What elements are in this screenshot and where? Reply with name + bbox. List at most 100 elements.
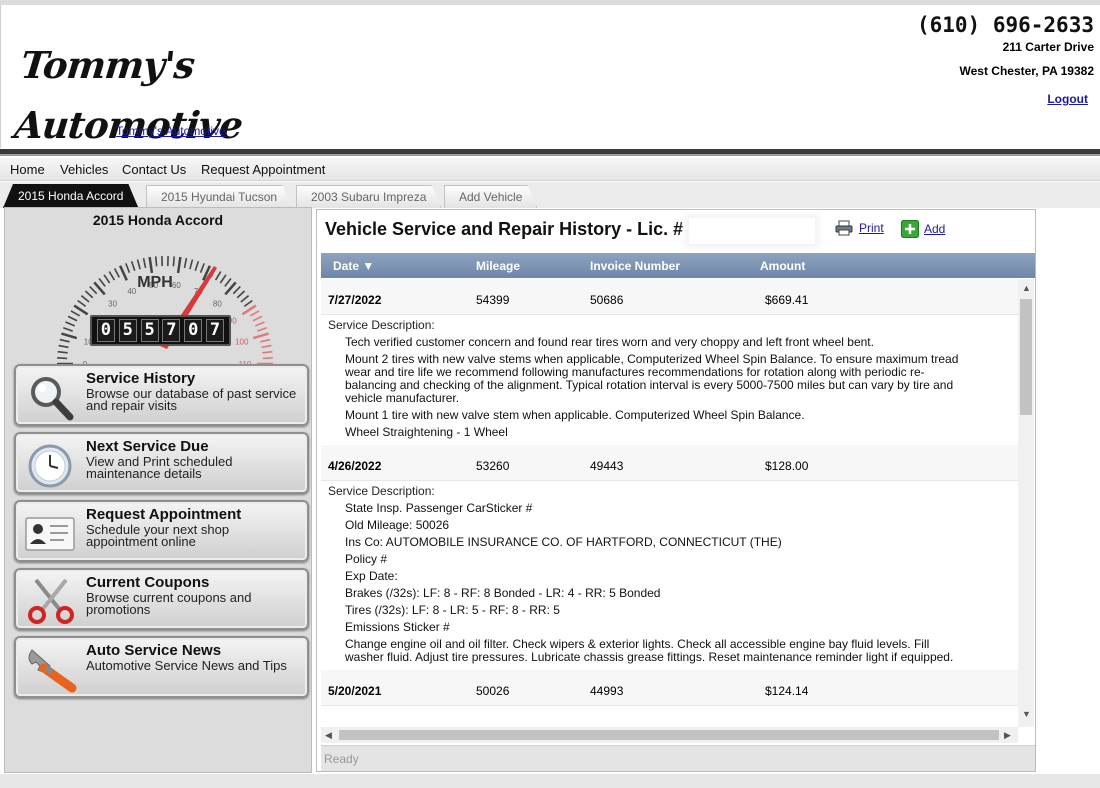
scroll-up-arrow-icon[interactable]: ▲ [1022, 283, 1031, 293]
speedometer-tick [142, 257, 147, 269]
speedometer-tick [108, 271, 116, 281]
service-line: Change engine oil and oil filter. Check … [345, 637, 954, 664]
menu-contact-us[interactable]: Contact Us [122, 162, 186, 177]
speedometer-tick [154, 256, 158, 267]
speedometer-tick [194, 261, 200, 272]
column-mileage-header[interactable]: Mileage [476, 259, 520, 273]
current-coupons-button[interactable]: Current Coupons Browse current coupons a… [14, 568, 309, 630]
grid-header: Date ▼ Mileage Invoice Number Amount [321, 253, 1035, 278]
speedometer-tick [224, 277, 232, 287]
service-line: Tech verified customer concern and found… [345, 335, 874, 349]
speedometer-tick [80, 295, 90, 303]
speedometer-tick [63, 326, 73, 332]
vehicle-tab-bar: 2015 Honda Accord 2015 Hyundai Tucson 20… [0, 182, 1100, 208]
magnifier-icon [31, 377, 74, 421]
speedometer-tick [65, 321, 76, 327]
record-date: 7/27/2022 [328, 293, 382, 307]
scroll-down-arrow-icon[interactable]: ▼ [1022, 709, 1031, 719]
speedometer-tick [136, 259, 141, 270]
speedometer-tick [214, 271, 222, 281]
vehicle-title: 2015 Honda Accord [92, 212, 224, 228]
speedometer-label: 60 [172, 281, 181, 290]
print-label[interactable]: Print [859, 221, 884, 235]
speedometer-tick [84, 290, 94, 299]
tab-2015-honda-accord[interactable]: 2015 Honda Accord [3, 184, 138, 208]
odometer-digit: 7 [206, 319, 225, 342]
column-date-header[interactable]: Date ▼ [333, 259, 374, 273]
speedometer-label: 40 [127, 287, 136, 296]
service-description-label: Service Description: [328, 318, 435, 332]
tab-2015-hyundai-tucson[interactable]: 2015 Hyundai Tucson [146, 185, 292, 208]
speedometer-tick [252, 332, 269, 340]
nav-card-title: Service History [86, 370, 196, 387]
tab-2003-subaru-impreza[interactable]: 2003 Subaru Impreza [296, 185, 441, 208]
printer-icon [835, 220, 853, 236]
scroll-right-arrow-icon[interactable]: ▶ [1004, 730, 1011, 740]
service-line: Ins Co: AUTOMOBILE INSURANCE CO. OF HART… [345, 535, 782, 549]
service-line: Wheel Straightening - 1 Wheel [345, 425, 508, 439]
nav-card-title: Current Coupons [86, 574, 210, 591]
license-number-redacted [689, 218, 815, 244]
id-card-icon [25, 517, 75, 551]
speedometer-tick [219, 274, 227, 284]
add-record-button[interactable]: Add [901, 220, 945, 238]
nav-card-description: Automotive Service News and Tips [86, 658, 287, 673]
odometer-digit: 0 [96, 319, 115, 342]
table-row[interactable]: 5/20/2021 50026 44993 $124.14 [321, 670, 1018, 706]
print-button[interactable]: Print [835, 220, 884, 236]
service-line: Brakes (/32s): LF: 8 - RF: 8 Bonded - LR… [345, 586, 661, 600]
nav-card-title: Next Service Due [86, 438, 209, 455]
table-row[interactable]: 7/27/2022 54399 50686 $669.41 [321, 279, 1018, 315]
record-mileage: 50026 [476, 684, 510, 698]
add-label[interactable]: Add [924, 222, 945, 236]
sort-desc-icon: ▼ [362, 259, 375, 273]
site-logo[interactable]: Tommy's Automotive [12, 35, 354, 147]
speedometer-tick [58, 344, 69, 349]
speedometer-tick [199, 263, 205, 273]
status-bar: Ready [321, 745, 1035, 771]
home-text-link[interactable]: Tommy's Automotive [116, 124, 226, 138]
record-invoice: 44993 [590, 684, 624, 698]
speedometer-tick [103, 274, 111, 284]
nav-card-title: Auto Service News [86, 642, 222, 659]
record-date: 5/20/2021 [328, 684, 382, 698]
service-history-button[interactable]: Service History Browse our database of p… [14, 364, 309, 426]
vertical-scroll-thumb[interactable] [1020, 299, 1032, 415]
history-title: Vehicle Service and Repair History - Lic… [325, 219, 684, 239]
clock-icon [28, 444, 72, 488]
speedometer-tick [236, 290, 246, 299]
speedometer-tick [257, 326, 267, 332]
auto-service-news-button[interactable]: Auto Service News Automotive Service New… [14, 636, 309, 698]
column-invoice-header[interactable]: Invoice Number [590, 259, 680, 273]
scissors-icon [28, 578, 74, 624]
record-invoice: 50686 [590, 293, 624, 307]
menu-home[interactable]: Home [10, 162, 45, 177]
speedometer-tick [125, 263, 131, 273]
horizontal-scroll-thumb[interactable] [339, 730, 999, 740]
speedometer-tick [254, 321, 265, 327]
next-service-due-button[interactable]: Next Service Due View and Print schedule… [14, 432, 309, 494]
column-amount-header[interactable]: Amount [760, 259, 805, 273]
speedometer-tick [176, 256, 182, 274]
nav-card-description: Browse current coupons and promotions [86, 590, 252, 617]
service-description-label: Service Description: [328, 484, 435, 498]
table-row[interactable]: 4/26/2022 53260 49443 $128.00 [321, 445, 1018, 481]
menu-vehicles[interactable]: Vehicles [60, 162, 108, 177]
speedometer-tick [172, 256, 176, 267]
vertical-scrollbar[interactable]: ▲ ▼ [1018, 279, 1034, 727]
speedometer-tick [260, 338, 271, 343]
menu-request-appointment[interactable]: Request Appointment [201, 162, 325, 177]
tab-add-vehicle[interactable]: Add Vehicle [444, 185, 537, 208]
request-appointment-button[interactable]: Request Appointment Schedule your next s… [14, 500, 309, 562]
service-line: Old Mileage: 50026 [345, 518, 450, 532]
record-date: 4/26/2022 [328, 459, 382, 473]
scroll-left-arrow-icon[interactable]: ◀ [325, 730, 332, 740]
speedometer-tick [57, 350, 68, 354]
speedometer-tick [57, 357, 68, 360]
phone-number: (610) 696-2633 [916, 13, 1094, 37]
speedometer-tick [118, 265, 128, 281]
speedometer-tick [262, 350, 273, 354]
logout-link[interactable]: Logout [1047, 92, 1088, 106]
horizontal-scrollbar[interactable]: ◀ ▶ [321, 727, 1018, 743]
speedometer-tick [61, 332, 78, 340]
